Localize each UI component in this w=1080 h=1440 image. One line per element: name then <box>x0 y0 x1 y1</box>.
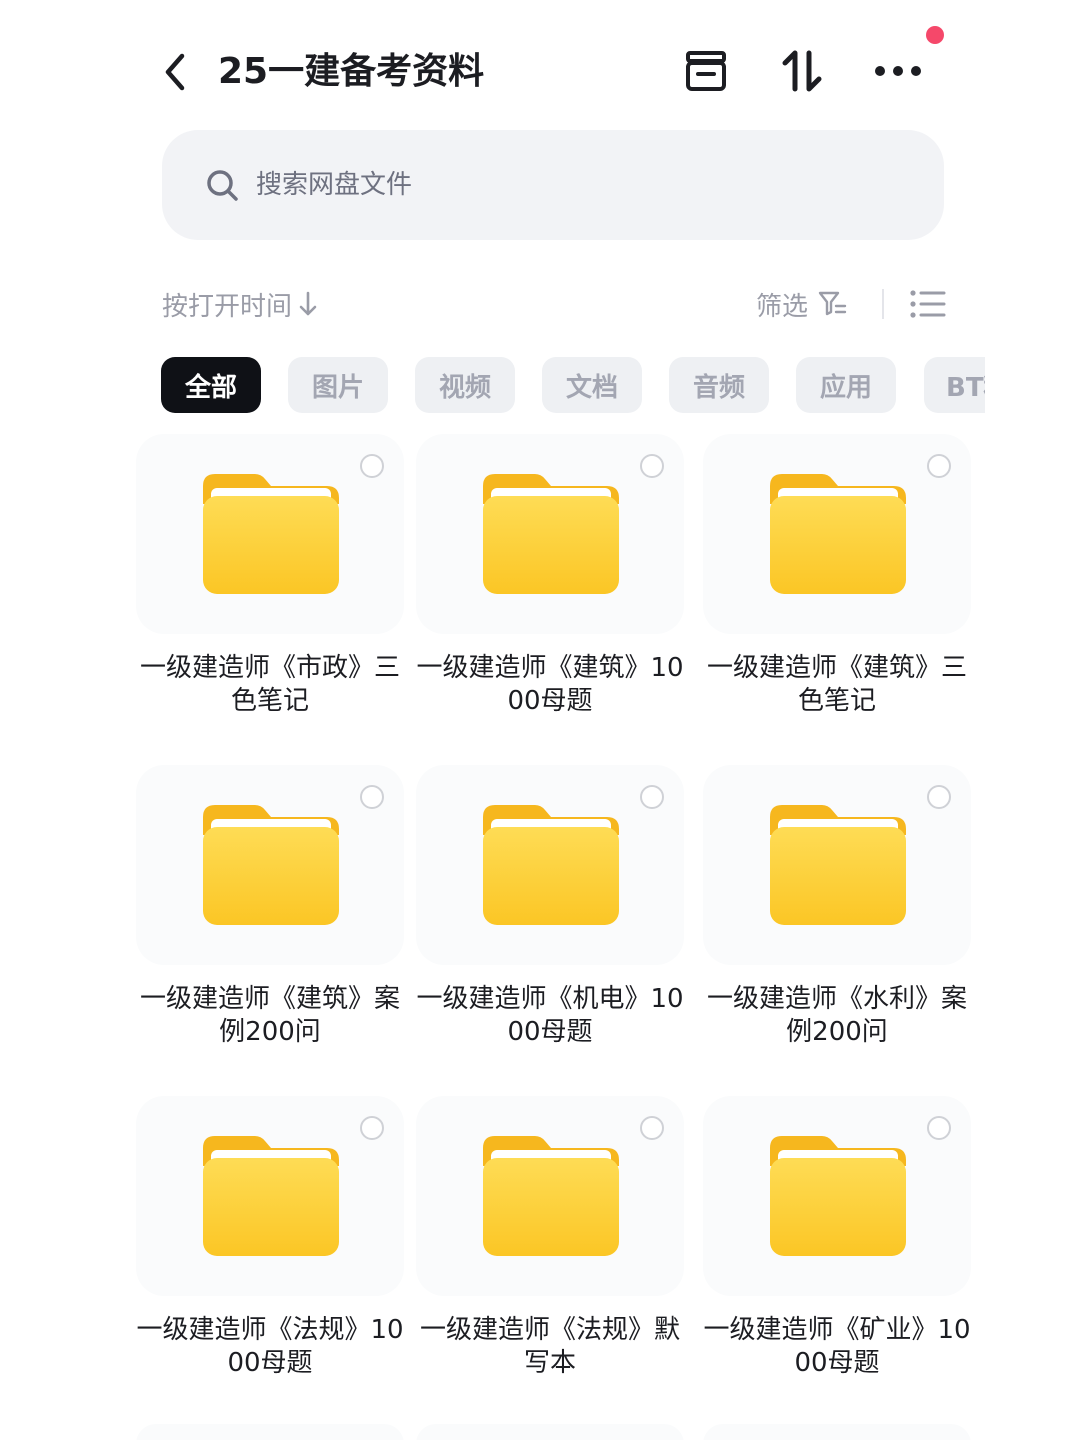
folder-tile[interactable]: 一级建造师《法规》1000母题 <box>136 1096 404 1426</box>
category-tab-apps[interactable]: 应用 <box>796 357 896 413</box>
folder-icon <box>770 474 906 594</box>
select-checkbox[interactable] <box>927 785 951 809</box>
folder-icon <box>483 474 619 594</box>
category-tab-videos[interactable]: 视频 <box>415 357 515 413</box>
search-icon <box>204 167 240 203</box>
folder-card[interactable] <box>703 434 971 634</box>
filter-label: 筛选 <box>756 291 809 322</box>
folder-card[interactable] <box>416 1096 684 1296</box>
archive-button[interactable] <box>676 40 736 102</box>
select-checkbox[interactable] <box>360 1116 384 1140</box>
folder-card[interactable] <box>136 1096 404 1296</box>
category-tab-bt[interactable]: BT种子 <box>924 357 985 413</box>
select-checkbox[interactable] <box>640 454 664 478</box>
search-bar[interactable] <box>162 130 944 240</box>
category-tab-documents[interactable]: 文档 <box>542 357 642 413</box>
folder-tile[interactable]: 一级建造师《建筑》1000母题 <box>416 434 684 764</box>
folder-card[interactable] <box>416 434 684 634</box>
folder-name: 一级建造师《水利》案例200问 <box>706 984 967 1047</box>
folder-tile[interactable]: 一级建造师《机电》1000母题 <box>416 765 684 1095</box>
folder-name: 一级建造师《机电》1000母题 <box>416 984 684 1047</box>
toolbar-divider <box>882 289 884 319</box>
folder-card[interactable] <box>416 1424 684 1440</box>
folder-card[interactable] <box>136 434 404 634</box>
folder-card[interactable] <box>136 765 404 965</box>
folder-card[interactable] <box>416 765 684 965</box>
folder-name: 一级建造师《建筑》三色笔记 <box>706 653 967 716</box>
notification-dot <box>926 26 944 44</box>
folder-name: 一级建造师《市政》三色笔记 <box>139 653 400 716</box>
folder-tile-partial <box>416 1424 684 1440</box>
folder-tile[interactable]: 一级建造师《建筑》案例200问 <box>136 765 404 1095</box>
folder-icon <box>483 1136 619 1256</box>
archive-box-icon <box>686 51 726 91</box>
folder-tile[interactable]: 一级建造师《矿业》1000母题 <box>703 1096 971 1426</box>
sort-by-open-time-button[interactable]: 按打开时间 <box>162 282 318 326</box>
folder-icon <box>203 474 339 594</box>
chevron-left-icon <box>165 53 185 91</box>
folder-name: 一级建造师《建筑》案例200问 <box>139 984 400 1047</box>
list-view-icon <box>910 290 946 318</box>
select-checkbox[interactable] <box>640 1116 664 1140</box>
folder-icon <box>770 805 906 925</box>
folder-card[interactable] <box>703 765 971 965</box>
select-checkbox[interactable] <box>360 785 384 809</box>
sort-toggle-button[interactable] <box>772 40 832 102</box>
folder-tile-partial <box>703 1424 971 1440</box>
search-input[interactable] <box>254 154 858 216</box>
category-tab-audio[interactable]: 音频 <box>669 357 769 413</box>
folder-card[interactable] <box>703 1096 971 1296</box>
filter-funnel-icon <box>818 290 848 318</box>
folder-name: 一级建造师《建筑》1000母题 <box>416 653 684 716</box>
folder-tile[interactable]: 一级建造师《市政》三色笔记 <box>136 434 404 764</box>
folder-icon <box>203 1136 339 1256</box>
folder-tile[interactable]: 一级建造师《建筑》三色笔记 <box>703 434 971 764</box>
arrow-down-icon <box>298 290 318 318</box>
folder-icon <box>203 805 339 925</box>
folder-tile[interactable]: 一级建造师《法规》默写本 <box>416 1096 684 1426</box>
folder-name: 一级建造师《法规》默写本 <box>419 1315 680 1378</box>
folder-tile-partial <box>136 1424 404 1440</box>
category-tab-all[interactable]: 全部 <box>161 357 261 413</box>
category-tab-images[interactable]: 图片 <box>288 357 388 413</box>
folder-name: 一级建造师《矿业》1000母题 <box>703 1315 971 1378</box>
swap-vertical-icon <box>782 50 822 92</box>
list-view-toggle-button[interactable] <box>906 284 950 324</box>
folder-icon <box>483 805 619 925</box>
folder-card[interactable] <box>136 1424 404 1440</box>
select-checkbox[interactable] <box>640 785 664 809</box>
folder-icon <box>770 1136 906 1256</box>
select-checkbox[interactable] <box>360 454 384 478</box>
file-browser-screen: 25一建备考资料 按打开时间 <box>0 0 1080 1440</box>
folder-tile[interactable]: 一级建造师《水利》案例200问 <box>703 765 971 1095</box>
folder-name: 一级建造师《法规》1000母题 <box>136 1315 404 1378</box>
more-dots-icon <box>875 66 921 76</box>
category-tabs: 全部 图片 视频 文档 音频 应用 BT种子 <box>161 357 985 413</box>
more-button[interactable] <box>868 40 928 102</box>
select-checkbox[interactable] <box>927 1116 951 1140</box>
filter-button[interactable]: 筛选 <box>756 282 848 326</box>
folder-card[interactable] <box>703 1424 971 1440</box>
sort-label: 按打开时间 <box>162 291 293 322</box>
back-button[interactable] <box>150 44 200 100</box>
page-title: 25一建备考资料 <box>218 51 485 92</box>
select-checkbox[interactable] <box>927 454 951 478</box>
